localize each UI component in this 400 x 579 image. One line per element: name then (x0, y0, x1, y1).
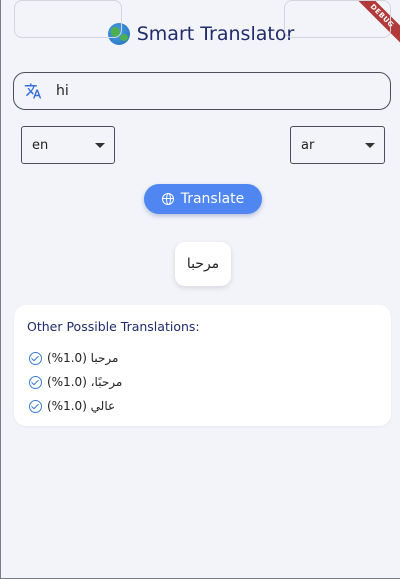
target-language-dropdown[interactable]: ar (290, 126, 385, 164)
app-screen: DEBUG Smart Translator hi en ar Translat… (0, 0, 400, 579)
language-icon (161, 193, 174, 205)
check-circle-icon (29, 399, 42, 413)
alternatives-card: Other Possible Translations: مرحبا (1.0%… (14, 305, 391, 426)
translate-button-label: Translate (180, 191, 245, 207)
list-item: مرحبا (1.0%) (27, 346, 391, 370)
chevron-down-icon (365, 142, 375, 148)
alternatives-heading: Other Possible Translations: (27, 319, 200, 334)
translate-button[interactable]: Translate (144, 184, 262, 214)
source-language-value: en (32, 137, 49, 153)
alternative-text: مرحبا (1.0%) (47, 351, 119, 365)
check-circle-icon (29, 351, 42, 365)
list-item: عالي (1.0%) (27, 394, 391, 418)
result-text: مرحبا (186, 256, 220, 272)
source-language-dropdown[interactable]: en (21, 126, 115, 164)
target-language-frame (284, 0, 391, 38)
translation-result: مرحبا (175, 242, 231, 286)
source-language-frame (14, 0, 122, 38)
text-input-field[interactable]: hi (13, 72, 391, 110)
check-circle-icon (29, 375, 42, 389)
list-item: مرحبًا، (1.0%) (27, 370, 391, 394)
input-text[interactable]: hi (56, 83, 69, 99)
page-title: Smart Translator (136, 23, 295, 45)
alternative-text: عالي (1.0%) (47, 399, 116, 413)
target-language-value: ar (301, 137, 315, 153)
translate-icon (23, 81, 43, 101)
alternative-text: مرحبًا، (1.0%) (47, 375, 123, 389)
chevron-down-icon (95, 142, 105, 148)
